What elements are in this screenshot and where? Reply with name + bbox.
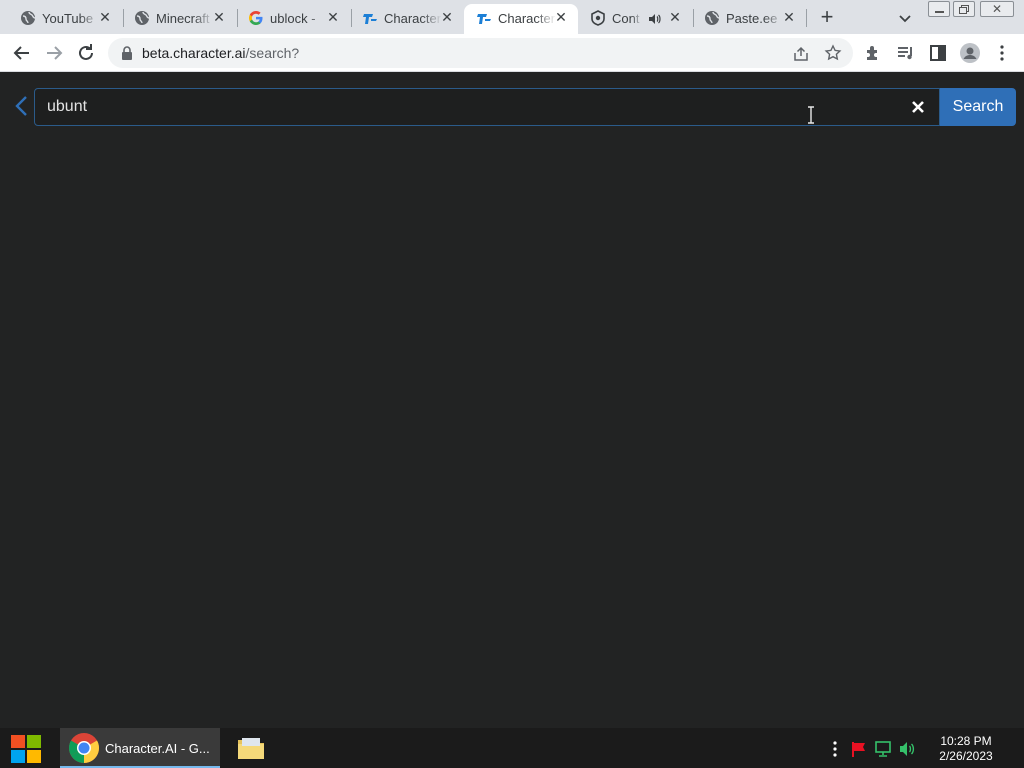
new-tab-button[interactable]: + <box>814 5 840 31</box>
clock-time: 10:28 PM <box>940 734 992 748</box>
tab-separator <box>806 9 807 27</box>
volume-icon[interactable] <box>898 740 916 758</box>
tab-title: ublock - <box>270 11 316 26</box>
close-icon[interactable]: ✕ <box>666 8 684 26</box>
chevron-down-icon[interactable] <box>894 7 916 29</box>
profile-avatar-icon[interactable] <box>958 41 982 65</box>
url-host: beta.character.ai <box>142 45 246 61</box>
extensions-puzzle-icon[interactable] <box>862 41 886 65</box>
tab-character-1[interactable]: Character ✕ <box>350 4 464 34</box>
browser-toolbar: beta.character.ai/search? <box>0 34 1024 72</box>
clear-search-icon[interactable] <box>909 98 927 116</box>
windows-taskbar: Character.AI - G... 10:28 PM 2/26/2023 <box>0 728 1024 768</box>
pinned-app-icon <box>591 10 605 26</box>
globe-icon <box>705 11 720 25</box>
close-icon[interactable]: ✕ <box>210 8 228 26</box>
tab-minecraft[interactable]: Minecraft ✕ <box>122 4 236 34</box>
tab-title: Character <box>384 11 442 26</box>
file-explorer-icon[interactable] <box>236 734 266 762</box>
url-path: /search? <box>245 45 300 61</box>
close-icon[interactable]: ✕ <box>552 8 570 26</box>
close-icon[interactable]: ✕ <box>438 8 456 26</box>
tab-character-active[interactable]: Character ✕ <box>464 4 578 34</box>
close-window-button[interactable]: ✕ <box>980 1 1014 17</box>
close-icon[interactable]: ✕ <box>96 8 114 26</box>
clock-date: 2/26/2023 <box>939 749 993 763</box>
url-text: beta.character.ai/search? <box>142 45 299 61</box>
minimize-button[interactable] <box>928 1 950 17</box>
google-icon <box>249 11 263 25</box>
tab-youtube[interactable]: YouTube ✕ <box>8 4 122 34</box>
search-button[interactable]: Search <box>940 88 1016 126</box>
lock-icon[interactable] <box>120 46 134 60</box>
search-input[interactable] <box>47 89 887 125</box>
close-icon[interactable]: ✕ <box>324 8 342 26</box>
address-bar[interactable]: beta.character.ai/search? <box>108 38 853 68</box>
taskbar-app-label: Character.AI - G... <box>105 741 210 756</box>
close-icon[interactable]: ✕ <box>780 8 798 26</box>
network-icon[interactable] <box>874 740 892 758</box>
character-ai-icon <box>362 10 378 26</box>
speaker-icon[interactable] <box>648 13 661 25</box>
media-control-icon[interactable] <box>894 41 918 65</box>
tab-paste-ee[interactable]: Paste.ee ✕ <box>692 4 806 34</box>
more-menu-icon[interactable] <box>990 41 1014 65</box>
forward-arrow-icon[interactable] <box>42 41 66 65</box>
tab-title: Character <box>498 11 556 26</box>
side-panel-icon[interactable] <box>926 41 950 65</box>
overflow-dots-icon[interactable] <box>826 740 844 758</box>
reload-icon[interactable] <box>74 41 98 65</box>
windows-start-icon[interactable] <box>10 733 42 765</box>
search-box[interactable] <box>34 88 940 126</box>
character-ai-icon <box>476 10 492 26</box>
tab-title: Cont <box>612 11 640 26</box>
tab-title: YouTube <box>42 11 94 26</box>
globe-icon <box>135 11 150 25</box>
restore-button[interactable] <box>953 1 975 17</box>
tab-cont[interactable]: Cont ✕ <box>578 4 692 34</box>
back-arrow-icon[interactable] <box>10 41 34 65</box>
globe-icon <box>21 11 36 25</box>
tab-title: Paste.ee <box>726 11 778 26</box>
bookmark-star-icon[interactable] <box>824 44 842 62</box>
text-cursor-icon <box>808 106 814 124</box>
tab-title: Minecraft <box>156 11 210 26</box>
tab-strip: YouTube ✕ Minecraft ✕ ublock - ✕ Charact… <box>0 0 1024 34</box>
flag-icon[interactable] <box>850 740 868 758</box>
tab-google-ublock[interactable]: ublock - ✕ <box>236 4 350 34</box>
page-content: Search <box>0 72 1024 728</box>
taskbar-chrome-button[interactable]: Character.AI - G... <box>60 728 220 768</box>
chevron-left-icon[interactable] <box>12 94 32 118</box>
system-clock[interactable]: 10:28 PM 2/26/2023 <box>930 734 1002 764</box>
share-icon[interactable] <box>792 45 810 63</box>
chrome-icon <box>68 733 100 763</box>
